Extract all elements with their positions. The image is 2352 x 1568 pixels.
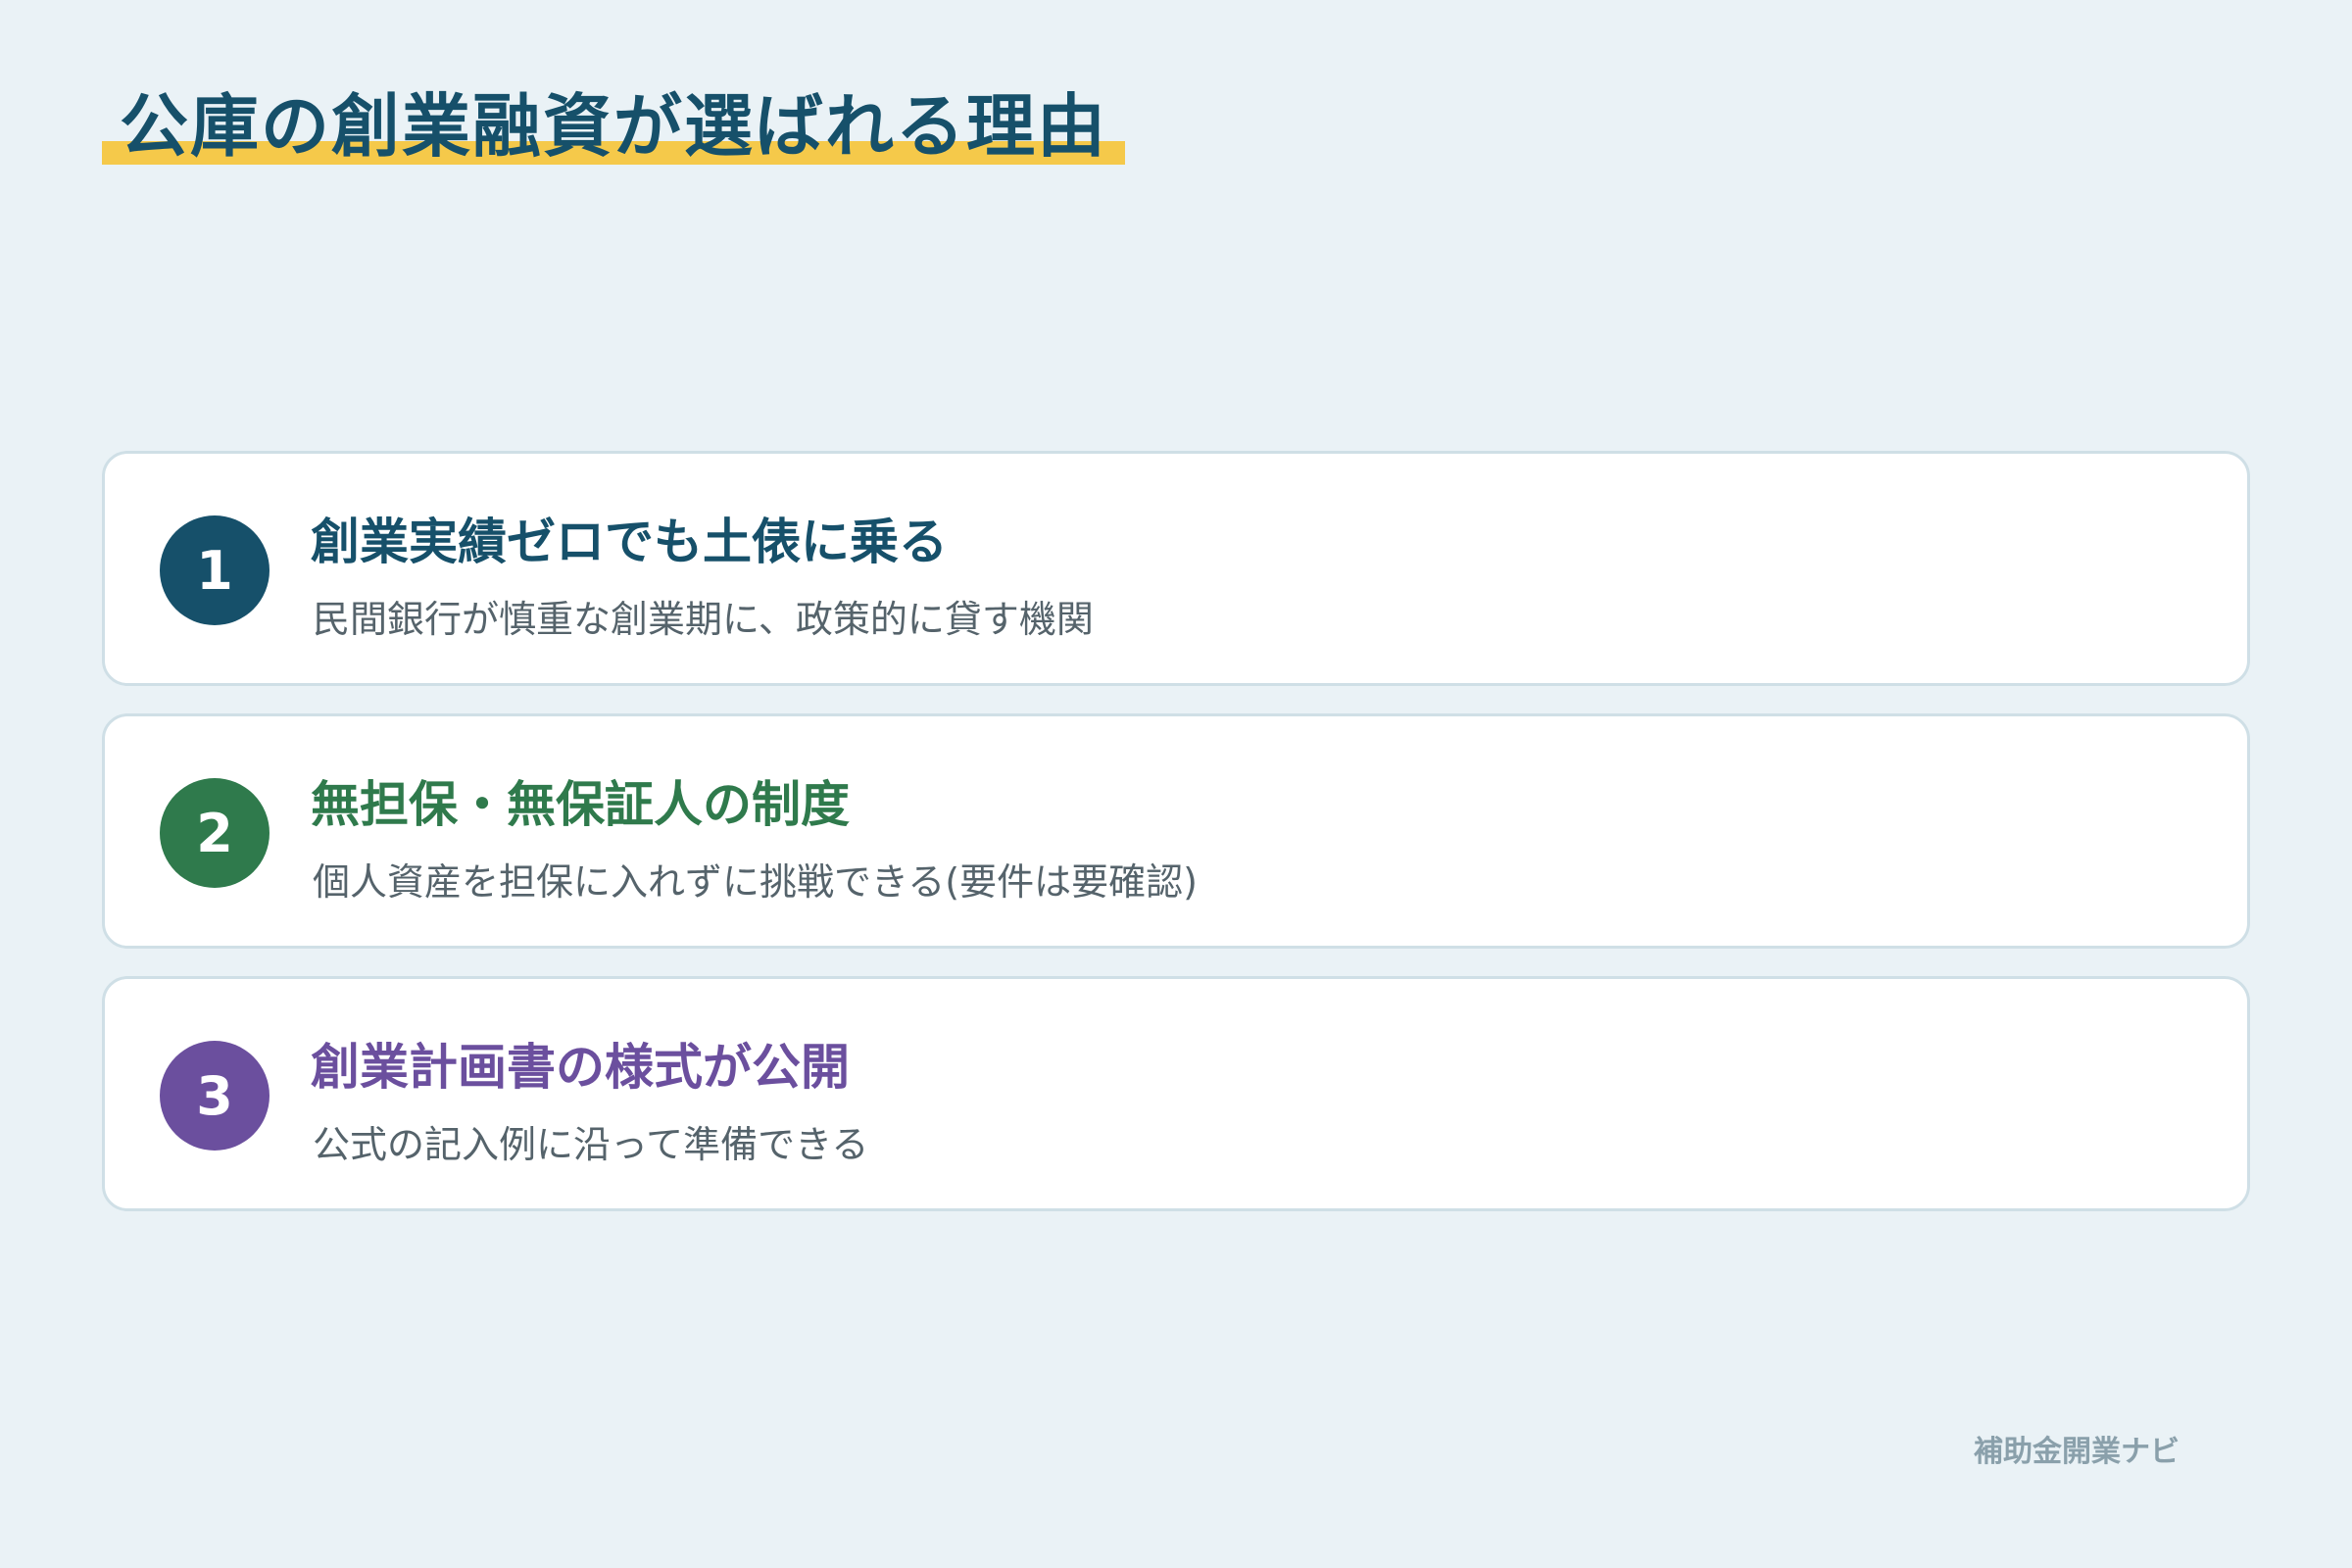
reason-description-2: 個人資産を担保に入れずに挑戦できる(要件は要確認) (313, 860, 1198, 904)
number-badge-1: 1 (160, 515, 270, 625)
reason-list: 1 創業実績ゼロでも土俵に乗る 民間銀行が慎重な創業期に、政策的に貸す機関 2 … (102, 451, 2250, 1239)
page-title: 公庫の創業融資が選ばれる理由 (120, 86, 1107, 167)
reason-heading-2: 無担保・無保証人の制度 (311, 776, 850, 833)
reason-description-3: 公式の記入例に沿って準備できる (313, 1123, 869, 1166)
reason-description-1: 民間銀行が慎重な創業期に、政策的に貸す機関 (313, 598, 1094, 641)
reason-card-1: 1 創業実績ゼロでも土俵に乗る 民間銀行が慎重な創業期に、政策的に貸す機関 (102, 451, 2250, 686)
number-badge-2: 2 (160, 778, 270, 888)
reason-card-2: 2 無担保・無保証人の制度 個人資産を担保に入れずに挑戦できる(要件は要確認) (102, 713, 2250, 949)
reason-heading-1: 創業実績ゼロでも土俵に乗る (311, 514, 948, 570)
reason-heading-3: 創業計画書の様式が公開 (311, 1039, 850, 1096)
page-title-wrapper: 公庫の創業融資が選ばれる理由 (102, 84, 1125, 171)
reason-card-3: 3 創業計画書の様式が公開 公式の記入例に沿って準備できる (102, 976, 2250, 1211)
number-badge-3: 3 (160, 1041, 270, 1151)
brand-footer: 補助金開業ナビ (1974, 1435, 2180, 1469)
